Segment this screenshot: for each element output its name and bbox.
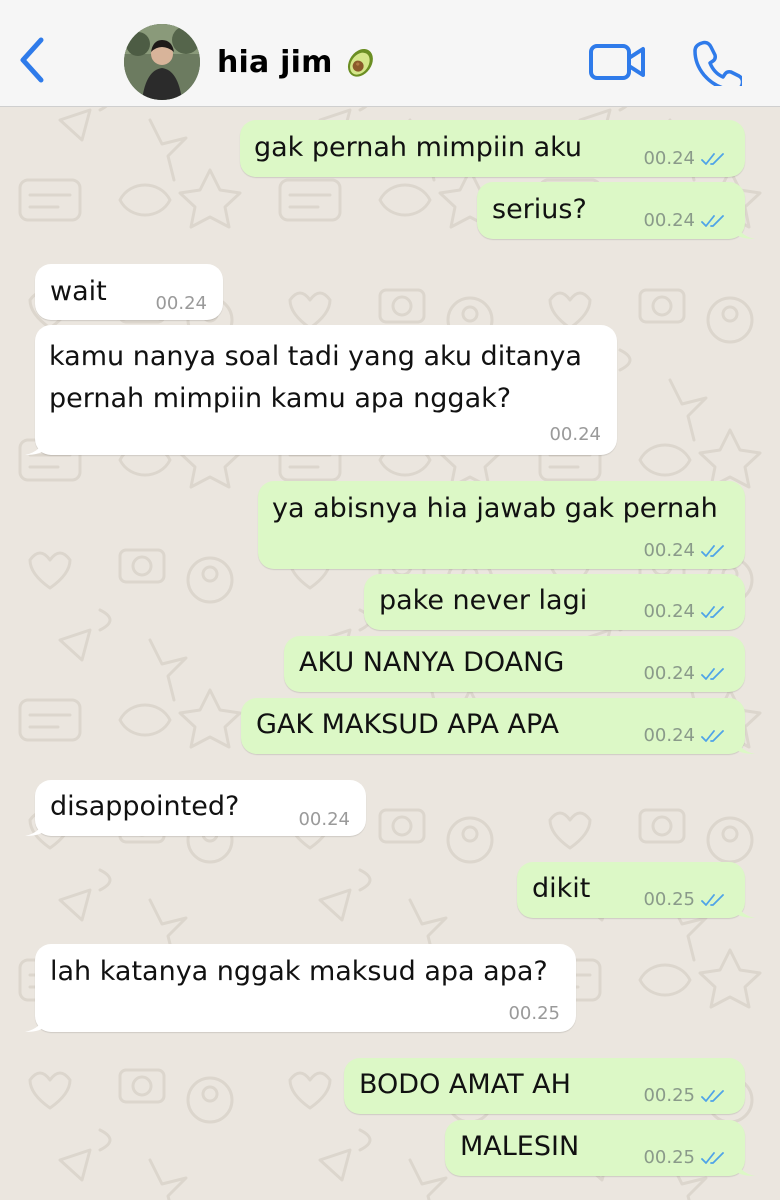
message-text: wait xyxy=(50,276,107,307)
message-time: 00.24 xyxy=(643,210,695,231)
message-meta: 00.24 xyxy=(643,541,727,561)
back-button[interactable] xyxy=(10,30,54,90)
phone-icon xyxy=(693,40,745,92)
message-text: dikit xyxy=(532,873,591,904)
message-meta: 00.24 xyxy=(643,149,727,169)
contact-name[interactable]: hia jim xyxy=(217,44,379,80)
read-ticks-icon xyxy=(701,1090,724,1102)
contact-name-text: hia jim xyxy=(217,44,333,80)
contact-avatar[interactable] xyxy=(124,24,200,100)
message-meta: 00.25 xyxy=(643,890,727,910)
video-call-button[interactable] xyxy=(588,40,648,84)
message-meta: 00.24 xyxy=(643,211,727,231)
message-time: 00.24 xyxy=(643,725,695,746)
read-ticks-icon xyxy=(701,153,724,165)
bubble-tail xyxy=(735,734,755,754)
message-time: 00.25 xyxy=(643,1147,695,1168)
bubble-tail xyxy=(25,1012,45,1032)
message-text: ya abisnya hia jawab gak pernah xyxy=(272,493,718,524)
read-ticks-icon xyxy=(701,730,724,742)
message-text: AKU NANYA DOANG xyxy=(299,647,565,678)
read-ticks-icon xyxy=(701,668,724,680)
chevron-left-icon xyxy=(20,37,44,83)
voice-call-button[interactable] xyxy=(692,38,745,92)
message-time: 00.24 xyxy=(643,540,695,561)
message-time: 00.24 xyxy=(549,424,601,445)
read-ticks-icon xyxy=(701,606,724,618)
bubble-tail xyxy=(735,898,755,918)
message-time: 00.25 xyxy=(508,1003,560,1024)
message-text: serius? xyxy=(492,194,587,225)
message-meta: 00.24 xyxy=(643,602,727,622)
message-text: BODO AMAT AH xyxy=(359,1069,571,1100)
avocado-icon xyxy=(343,44,379,80)
bubble-tail xyxy=(735,1156,755,1176)
bubble-tail xyxy=(735,219,755,239)
outgoing-message[interactable]: dikit 00.25 xyxy=(517,862,755,918)
outgoing-message[interactable]: gak pernah mimpiin aku 00.24 xyxy=(240,120,745,177)
chat-header: hia jim xyxy=(0,0,780,107)
outgoing-message[interactable]: ya abisnya hia jawab gak pernah 00.24 xyxy=(258,481,745,569)
message-text: gak pernah mimpiin aku xyxy=(254,132,583,163)
outgoing-message[interactable]: serius? 00.24 xyxy=(477,182,755,239)
outgoing-message[interactable]: AKU NANYA DOANG 00.24 xyxy=(284,636,745,692)
incoming-message[interactable]: disappointed? 00.24 xyxy=(25,780,366,836)
read-ticks-icon xyxy=(701,545,724,557)
message-text: MALESIN xyxy=(460,1131,580,1162)
message-meta: 00.24 xyxy=(643,726,727,746)
message-time: 00.24 xyxy=(298,809,350,830)
message-time: 00.24 xyxy=(643,601,695,622)
message-meta: 00.24 xyxy=(643,664,727,684)
message-time: 00.24 xyxy=(155,293,207,314)
read-ticks-icon xyxy=(701,1152,724,1164)
outgoing-message[interactable]: BODO AMAT AH 00.25 xyxy=(344,1058,745,1114)
message-text: pake never lagi xyxy=(379,585,588,616)
bubble-tail xyxy=(25,435,45,455)
message-text: disappointed? xyxy=(50,791,240,822)
incoming-message[interactable]: wait 00.24 xyxy=(35,264,223,320)
message-meta: 00.25 xyxy=(508,1004,560,1024)
outgoing-message[interactable]: GAK MAKSUD APA APA 00.24 xyxy=(241,698,755,754)
outgoing-message[interactable]: pake never lagi 00.24 xyxy=(364,574,745,630)
message-meta: 00.25 xyxy=(643,1086,727,1106)
message-text: kamu nanya soal tadi yang aku ditanya pe… xyxy=(49,341,582,414)
message-meta: 00.25 xyxy=(643,1148,727,1168)
outgoing-message[interactable]: MALESIN 00.25 xyxy=(445,1120,755,1176)
message-list: gak pernah mimpiin aku 00.24 serius? 00.… xyxy=(0,107,780,1200)
video-camera-icon xyxy=(589,44,645,80)
message-time: 00.24 xyxy=(643,148,695,169)
message-time: 00.24 xyxy=(643,663,695,684)
message-time: 00.25 xyxy=(643,1085,695,1106)
read-ticks-icon xyxy=(701,215,724,227)
message-meta: 00.24 xyxy=(549,425,601,445)
message-time: 00.25 xyxy=(643,889,695,910)
message-text: GAK MAKSUD APA APA xyxy=(256,709,559,740)
bubble-tail xyxy=(25,816,45,836)
message-meta: 00.24 xyxy=(298,810,350,830)
message-meta: 00.24 xyxy=(155,294,207,314)
incoming-message[interactable]: kamu nanya soal tadi yang aku ditanya pe… xyxy=(25,325,617,455)
read-ticks-icon xyxy=(701,894,724,906)
message-text: lah katanya nggak maksud apa apa? xyxy=(50,956,548,987)
incoming-message[interactable]: lah katanya nggak maksud apa apa? 00.25 xyxy=(25,944,576,1032)
